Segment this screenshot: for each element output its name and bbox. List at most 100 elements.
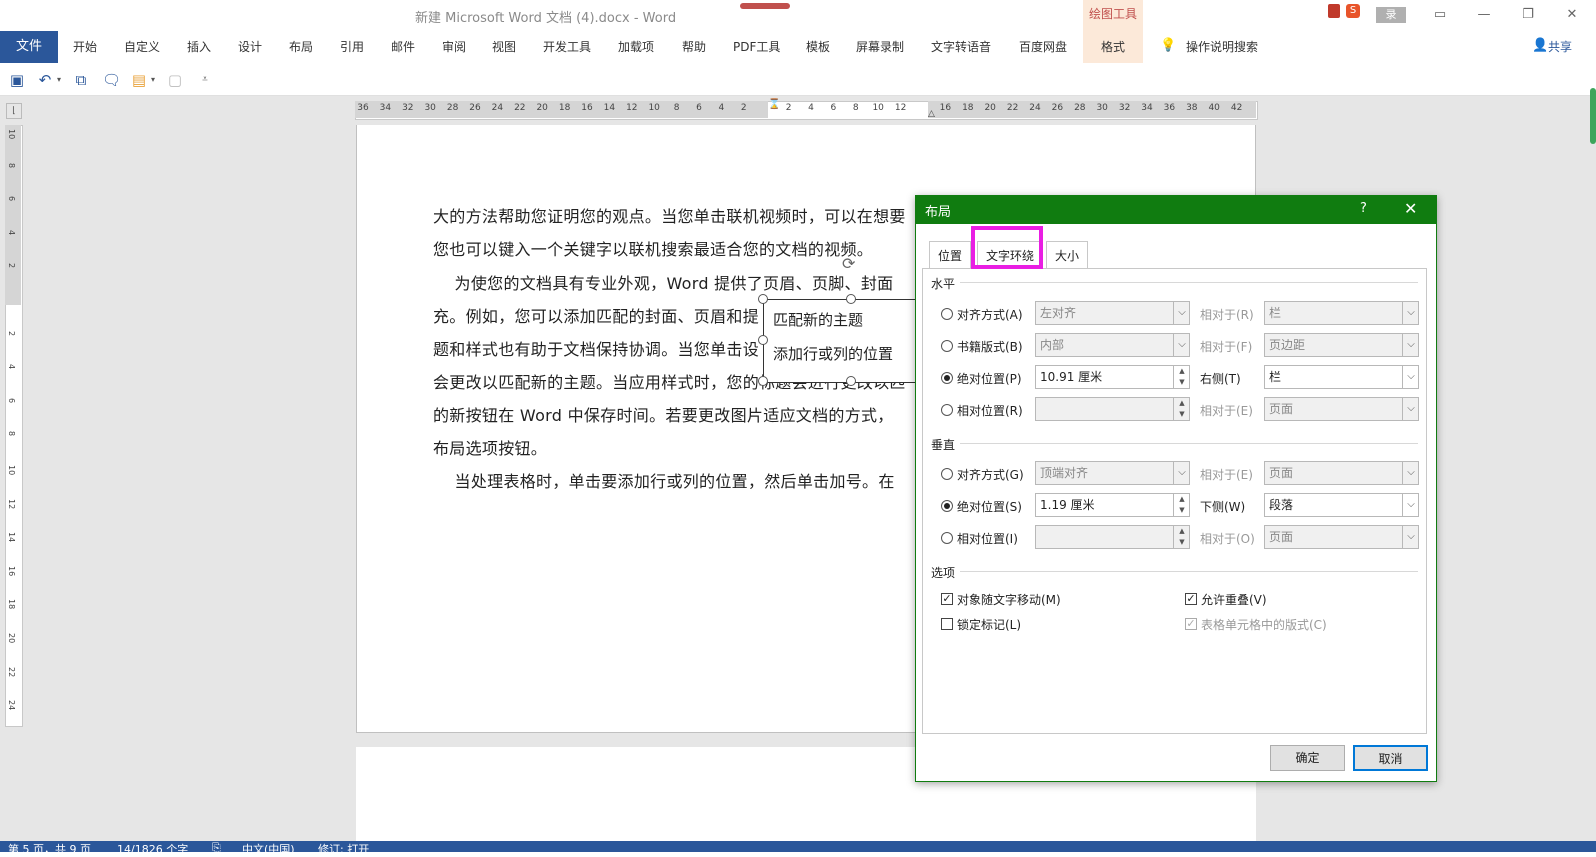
select-h-alignment[interactable]: 左对齐 [1035,301,1190,325]
tab-text-to-speech[interactable]: 文字转语音 [931,38,991,55]
ruler-tick-label: 4 [7,229,16,235]
spinner-arrows-icon[interactable]: ▲ ▼ [1173,494,1190,516]
select-v-absolute-relative[interactable]: 段落 [1264,493,1419,517]
minimize-icon[interactable]: — [1462,0,1506,30]
resize-handle[interactable] [758,294,768,304]
dialog-title-bar[interactable] [915,195,1437,224]
chevron-down-icon[interactable]: ⌵ [1173,302,1190,324]
tab-format[interactable]: 格式 [1101,38,1125,55]
chevron-down-icon[interactable]: ⌵ [1402,398,1419,420]
tab-size[interactable]: 大小 [1046,241,1089,270]
copy-format-icon[interactable]: ⧉ [72,71,90,89]
chevron-down-icon[interactable]: ⌵ [1402,462,1419,484]
spinner-arrows-icon[interactable]: ▲ ▼ [1173,398,1190,420]
tab-design[interactable]: 设计 [238,38,262,55]
chevron-down-icon[interactable]: ⌵ [1173,334,1190,356]
tab-baidu-netdisk[interactable]: 百度网盘 [1019,38,1067,55]
tell-me-search[interactable]: 操作说明搜索 [1186,38,1258,55]
status-words[interactable]: 14/1826 个字 [117,841,188,857]
indent-marker-icon[interactable]: ⌛ [768,99,780,110]
radio-h-absolute[interactable] [941,372,953,384]
save-icon[interactable]: ▣ [8,71,26,89]
radio-h-alignment[interactable] [941,308,953,320]
pdf-icon[interactable] [1328,4,1340,18]
status-track-changes[interactable]: 修订: 打开 [318,841,369,857]
status-language[interactable]: 中文(中国) [242,841,295,857]
spinner-arrows-icon[interactable]: ▲ ▼ [1173,366,1190,388]
ruler-tick-label: 4 [808,103,814,113]
customize-qat-icon[interactable]: ⩡ [196,71,214,89]
dialog-close-icon[interactable]: ✕ [1404,199,1417,218]
tab-review[interactable]: 审阅 [442,38,466,55]
chevron-down-icon[interactable]: ⌵ [1402,334,1419,356]
radio-v-alignment[interactable] [941,468,953,480]
ruler-corner[interactable]: ⌊ [6,103,22,119]
status-page[interactable]: 第 5 页，共 9 页 [8,841,91,857]
right-indent-marker-icon[interactable]: △ [928,109,935,119]
share-button[interactable]: 共享 [1548,38,1572,55]
tab-insert[interactable]: 插入 [187,38,211,55]
paste-dropdown-icon[interactable]: ▾ [148,71,158,89]
tab-references[interactable]: 引用 [340,38,364,55]
login-button[interactable]: 录 [1376,7,1406,23]
ruler-tick-label: 8 [7,431,16,437]
new-document-icon[interactable]: ▢ [166,71,184,89]
chevron-down-icon[interactable]: ⌵ [1402,526,1419,548]
select-h-relative-relative[interactable]: 页面 [1264,397,1419,421]
radio-book-layout[interactable] [941,340,953,352]
radio-h-relative[interactable] [941,404,953,416]
select-h-absolute-relative[interactable]: 栏 [1264,365,1419,389]
scrollbar-thumb[interactable] [1590,88,1596,144]
tab-pdf-tools[interactable]: PDF工具 [733,38,780,55]
tab-layout[interactable]: 布局 [289,38,313,55]
input-h-absolute[interactable]: 10.91 厘米 [1035,365,1190,389]
resize-handle[interactable] [846,294,856,304]
chevron-down-icon[interactable]: ⌵ [1173,462,1190,484]
chevron-down-icon[interactable]: ⌵ [1402,366,1419,388]
tab-developer[interactable]: 开发工具 [543,38,591,55]
tab-customize[interactable]: 自定义 [124,38,160,55]
tab-mailings[interactable]: 邮件 [391,38,415,55]
select-v-relative-relative[interactable]: 页面 [1264,525,1419,549]
ribbon-display-icon[interactable]: ▭ [1418,0,1462,30]
undo-icon[interactable]: ↶ [36,71,54,89]
tab-home[interactable]: 开始 [73,38,97,55]
spinner-arrows-icon[interactable]: ▲ ▼ [1173,526,1190,548]
checkbox-lock-anchor[interactable] [941,618,953,630]
checkbox-allow-overlap[interactable]: ✓ [1185,593,1197,605]
resize-handle[interactable] [758,335,768,345]
restore-icon[interactable]: ❐ [1506,0,1550,30]
undo-dropdown-icon[interactable]: ▾ [54,71,64,89]
tab-templates[interactable]: 模板 [806,38,830,55]
tab-file[interactable]: 文件 [0,31,58,63]
select-v-alignment[interactable]: 顶端对齐 [1035,461,1190,485]
input-v-absolute[interactable]: 1.19 厘米 [1035,493,1190,517]
radio-v-relative[interactable] [941,532,953,544]
rotate-handle-icon[interactable]: ⟳ [842,254,855,273]
tab-addins[interactable]: 加载项 [618,38,654,55]
label-lock-anchor: 锁定标记(L) [957,618,1022,632]
ok-button[interactable]: 确定 [1270,745,1345,771]
proofing-icon[interactable]: ⎘ [212,841,221,855]
select-v-alignment-relative[interactable]: 页面 [1264,461,1419,485]
tab-help[interactable]: 帮助 [682,38,706,55]
select-book-layout-relative[interactable]: 页边距 [1264,333,1419,357]
input-v-relative[interactable] [1035,525,1190,549]
sogou-icon[interactable]: S [1346,4,1360,18]
resize-handle[interactable] [846,376,856,386]
input-h-relative[interactable] [1035,397,1190,421]
radio-v-absolute[interactable] [941,500,953,512]
tab-view[interactable]: 视图 [492,38,516,55]
checkbox-move-with-text[interactable]: ✓ [941,593,953,605]
close-icon[interactable]: ✕ [1550,0,1594,30]
chevron-down-icon[interactable]: ⌵ [1402,302,1419,324]
resize-handle[interactable] [758,376,768,386]
comment-icon[interactable]: 🗨 [102,71,121,89]
tab-screen-record[interactable]: 屏幕录制 [856,38,904,55]
chevron-down-icon[interactable]: ⌵ [1402,494,1419,516]
select-h-alignment-relative[interactable]: 栏 [1264,301,1419,325]
select-book-layout[interactable]: 内部 [1035,333,1190,357]
paste-icon[interactable]: ▤ [130,71,148,89]
cancel-button[interactable]: 取消 [1353,745,1428,771]
help-button[interactable]: ? [1360,201,1367,216]
